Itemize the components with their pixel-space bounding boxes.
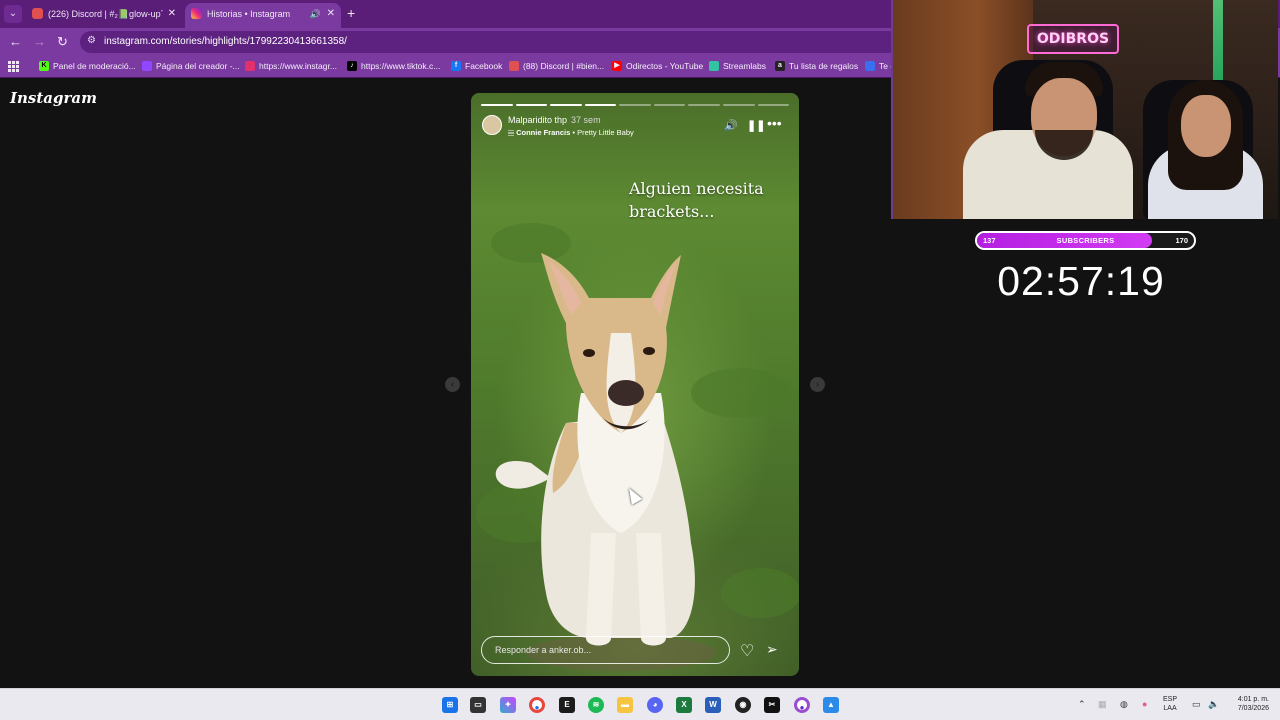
tiktok-icon: ♪ — [347, 61, 357, 71]
chrome-profile-icon[interactable]: ● — [794, 697, 810, 713]
discord-favicon-icon — [32, 8, 43, 19]
neon-sign: ODIBROS — [1027, 24, 1119, 54]
tab-label: (226) Discord | #₂📗glow-up´ — [48, 9, 164, 19]
bookmark-kick[interactable]: K Panel de moderació... — [39, 61, 136, 71]
epic-games-icon[interactable]: E — [559, 697, 575, 713]
discord-icon — [509, 61, 519, 71]
capcut-icon[interactable]: ✂ — [764, 697, 780, 713]
progress-segment — [619, 104, 651, 106]
close-tab-icon[interactable]: ✕ — [327, 3, 335, 25]
story-username[interactable]: Malparidito thp — [508, 115, 567, 125]
previous-story-button[interactable]: ‹ — [445, 377, 460, 392]
bookmark-gift-list[interactable]: a Tu lista de regalos — [775, 61, 858, 71]
volume-tray-icon[interactable]: 🔈 — [1208, 699, 1219, 710]
new-tab-button[interactable]: + — [347, 5, 355, 21]
tab-discord[interactable]: (226) Discord | #₂📗glow-up´ ✕ — [26, 3, 182, 28]
instagram-favicon-icon — [191, 8, 202, 19]
story-viewer[interactable]: Malparidito thp 37 sem 𝄙 Connie Francis •… — [471, 93, 799, 676]
story-caption: Alguien necesita brackets... — [629, 179, 764, 221]
word-icon[interactable]: W — [705, 697, 721, 713]
tray-app-icon[interactable]: ▦ — [1098, 699, 1107, 710]
progress-segment — [550, 104, 582, 106]
site-info-icon[interactable]: ⚙ — [87, 35, 96, 46]
pause-icon[interactable]: ❚❚ — [747, 119, 765, 132]
progress-segment — [688, 104, 720, 106]
spotify-icon[interactable]: ≋ — [588, 697, 604, 713]
instagram-icon — [245, 61, 255, 71]
subscriber-goal-bar: SUBSCRIBERS 137 170 — [975, 231, 1196, 250]
bookmark-facebook[interactable]: f Facebook — [451, 61, 502, 71]
webcam-overlay: ODIBROS — [891, 0, 1278, 219]
input-language[interactable]: ESP LAA — [1163, 695, 1177, 713]
story-time: 37 sem — [571, 115, 601, 125]
heart-icon[interactable]: ♡ — [740, 641, 754, 661]
progress-segment — [584, 104, 617, 106]
stream-timer: 02:57:19 — [997, 258, 1165, 304]
subscriber-goal-target: 170 — [1175, 236, 1188, 245]
amazon-icon: a — [775, 61, 785, 71]
progress-segment — [481, 104, 513, 106]
bookmark-youtube[interactable]: ▶ Odirectos - YouTube — [612, 61, 703, 71]
send-icon[interactable]: ➢ — [766, 641, 778, 658]
subscriber-goal-current: 137 — [983, 236, 996, 245]
music-icon: 𝄙 — [508, 128, 517, 137]
windows-taskbar: ⊞ ▭ ✦ ● E ≋ ▬ ◕ X W ◉ ✂ ● ▲ ⌃ ▦ ◍ ● ESP L… — [0, 688, 1280, 720]
subscriber-goal-label: SUBSCRIBERS — [1056, 236, 1115, 245]
back-arrow-icon[interactable]: ← — [9, 34, 22, 50]
bookmark-instagram[interactable]: https://www.instagr... — [245, 61, 337, 71]
facebook-icon: f — [451, 61, 461, 71]
instagram-logo[interactable]: Instagram — [10, 89, 97, 107]
story-music[interactable]: 𝄙 Connie Francis • Pretty Little Baby — [508, 128, 634, 138]
volume-icon[interactable]: 🔊 — [724, 119, 738, 132]
close-tab-icon[interactable]: ✕ — [168, 3, 176, 25]
speaker-icon[interactable]: 🔊 — [310, 3, 321, 25]
bookmark-tiktok[interactable]: ♪ https://www.tiktok.c... — [347, 61, 440, 71]
chrome-icon[interactable]: ● — [529, 697, 545, 713]
excel-icon[interactable]: X — [676, 697, 692, 713]
reload-icon[interactable]: ↻ — [57, 34, 68, 50]
streamlabs-icon — [709, 61, 719, 71]
next-story-button[interactable]: › — [810, 377, 825, 392]
obs-icon[interactable]: ◉ — [735, 697, 751, 713]
apps-grid-icon[interactable] — [8, 61, 19, 72]
task-view-icon[interactable]: ▭ — [470, 697, 486, 713]
bookmark-discord[interactable]: (88) Discord | #bien... — [509, 61, 604, 71]
file-explorer-icon[interactable]: ▬ — [617, 697, 633, 713]
tab-instagram[interactable]: Historias • Instagram 🔊 ✕ — [185, 3, 341, 28]
copilot-icon[interactable]: ✦ — [500, 697, 516, 713]
kick-icon: K — [39, 61, 49, 71]
bookmark-page-icon — [142, 61, 152, 71]
progress-segment — [653, 104, 686, 106]
reply-input[interactable]: Responder a anker.ob... — [481, 636, 730, 664]
url-text: instagram.com/stories/highlights/1799223… — [104, 36, 347, 47]
display-icon[interactable]: ▭ — [1192, 699, 1201, 710]
start-windows-icon[interactable]: ⊞ — [442, 697, 458, 713]
story-user[interactable]: Malparidito thp 37 sem — [508, 115, 601, 125]
progress-segment — [757, 104, 790, 106]
tab-search-button[interactable]: ⌄ — [4, 5, 22, 23]
story-user-avatar[interactable] — [482, 115, 502, 135]
song-title: Pretty Little Baby — [577, 128, 634, 137]
show-hidden-icons[interactable]: ⌃ — [1078, 699, 1086, 710]
tab-label: Historias • Instagram — [207, 9, 291, 19]
system-clock[interactable]: 4:01 p. m. 7/03/2026 — [1227, 695, 1269, 713]
microphone-icon[interactable]: ● — [1142, 699, 1147, 709]
more-options-icon[interactable]: ••• — [767, 115, 782, 131]
story-progress-bar — [481, 104, 790, 106]
bookmark-page-icon — [865, 61, 875, 71]
progress-segment — [722, 104, 755, 106]
forward-arrow-icon[interactable]: → — [33, 34, 46, 50]
discord-icon[interactable]: ◕ — [647, 697, 663, 713]
bookmark-creator-page[interactable]: Página del creador -... — [142, 61, 240, 71]
network-tray-icon[interactable]: ◍ — [1120, 699, 1128, 710]
song-artist: Connie Francis — [516, 128, 571, 137]
photos-icon[interactable]: ▲ — [823, 697, 839, 713]
youtube-icon: ▶ — [612, 61, 622, 71]
bookmark-streamlabs[interactable]: Streamlabs — [709, 61, 766, 71]
progress-segment — [515, 104, 548, 106]
